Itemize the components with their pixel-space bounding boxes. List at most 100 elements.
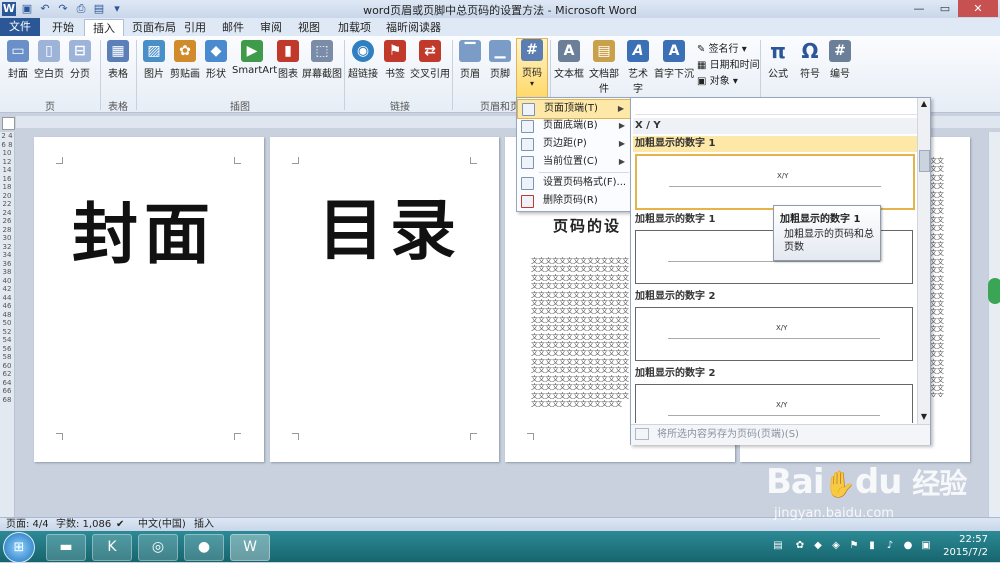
wordart-button[interactable]: A 艺术字 [624, 40, 652, 95]
vertical-ruler[interactable]: 2 4 6 8 10 12 14 16 18 20 22 24 26 28 30… [0, 132, 15, 517]
tab-page-layout[interactable]: 页面布局 [124, 19, 184, 36]
group-label-pages: 页 [45, 102, 55, 113]
status-page-count[interactable]: 页面: 4/4 [6, 518, 49, 532]
quick-parts-button[interactable]: ▤ 文档部件 [586, 40, 622, 95]
menu-item-bottom-of-page[interactable]: 页面底端(B) ▶ [517, 117, 631, 135]
shapes-button[interactable]: ◆ 形状 [202, 40, 230, 80]
picture-button[interactable]: ▨ 图片 [140, 40, 168, 80]
tab-foxit-reader[interactable]: 福昕阅读器 [378, 19, 449, 36]
menu-item-current-position[interactable]: 当前位置(C) ▶ [517, 153, 631, 171]
footer-button[interactable]: ▁ 页脚 [486, 40, 514, 80]
page-number-button[interactable]: # 页码 ▾ [516, 38, 548, 98]
calendar-icon: ▦ [697, 60, 710, 71]
hyperlink-button[interactable]: ◉ 超链接 [348, 40, 378, 80]
explorer-icon[interactable]: ▬ [46, 534, 86, 561]
textbox-button[interactable]: A 文本框 [554, 40, 584, 80]
submenu-arrow-icon: ▶ [618, 139, 625, 148]
smartart-button[interactable]: ▶ SmartArt [232, 40, 277, 76]
status-language[interactable]: 中文(中国) [138, 518, 186, 532]
pi-icon: π [770, 39, 786, 63]
omega-icon: Ω [801, 39, 819, 63]
drop-cap-button[interactable]: A 首字下沉 [654, 40, 694, 80]
number-button[interactable]: # 编号 [826, 40, 854, 80]
group-label-links: 链接 [390, 102, 410, 113]
start-button[interactable]: ⊞ [3, 532, 35, 563]
tray-flag-icon[interactable]: ⚑ [848, 540, 860, 552]
watermark-brand: Bai [766, 462, 825, 502]
menu-item-format-page-numbers[interactable]: 设置页码格式(F)... [517, 174, 631, 192]
screenshot-button[interactable]: ⬚ 屏幕截图 [302, 40, 342, 80]
menu-item-top-of-page[interactable]: 页面顶端(T) ▶ [517, 99, 631, 119]
tray-network-icon[interactable]: ▮ [866, 540, 878, 552]
submenu-arrow-icon: ▶ [618, 157, 625, 166]
tray-security-icon[interactable]: ◈ [830, 540, 842, 552]
tab-mailings[interactable]: 邮件 [214, 19, 252, 36]
scrollbar-thumb[interactable] [919, 150, 930, 172]
side-widget-button[interactable] [988, 278, 1000, 304]
gallery-item-bold-number-2b[interactable]: X/Y [635, 384, 913, 423]
word-taskbar-icon[interactable]: W [230, 534, 270, 561]
page-cover[interactable]: 封面 [34, 137, 264, 462]
menu-item-page-margins[interactable]: 页边距(P) ▶ [517, 135, 631, 153]
toc-heading: 目录 [318, 191, 462, 269]
status-insert-mode[interactable]: 插入 [194, 518, 214, 532]
status-word-count[interactable]: 字数: 1,086 [56, 518, 111, 532]
system-clock[interactable]: 22:57 2015/7/2 [943, 533, 988, 559]
minimize-button[interactable]: — [906, 0, 932, 17]
tab-references[interactable]: 引用 [176, 19, 214, 36]
title-bar: W ▣ ↶ ↷ ⎙ ▤ ▾ word页眉或页脚中总页码的设置方法 - Micro… [0, 0, 1000, 19]
clipart-button[interactable]: ✿ 剪贴画 [170, 40, 200, 80]
symbol-button[interactable]: Ω 符号 [796, 40, 824, 80]
tray-input-icon[interactable]: ▣ [920, 540, 932, 552]
date-time-button[interactable]: ▦ 日期和时间 [697, 56, 760, 71]
menu-item-remove-page-numbers[interactable]: 删除页码(R) [517, 192, 631, 210]
drop-cap-icon: A [663, 40, 685, 62]
qq-icon[interactable]: ● [184, 534, 224, 561]
tray-shield-icon[interactable]: ◆ [812, 540, 824, 552]
gallery-item-bold-number-2a[interactable]: X/Y [635, 307, 913, 361]
cover-button[interactable]: ▭ 封面 [4, 40, 32, 80]
vertical-scrollbar[interactable] [988, 132, 1000, 517]
ruler-toggle-button[interactable] [2, 117, 15, 130]
scroll-down-icon[interactable]: ▼ [919, 412, 929, 422]
tray-volume-icon[interactable]: ♪ [884, 540, 896, 552]
cross-reference-icon: ⇄ [419, 40, 441, 62]
tray-keyboard-icon[interactable]: ▤ [772, 540, 784, 552]
proofing-icon[interactable]: ✔ [116, 518, 124, 532]
table-button[interactable]: ▦ 表格 [104, 40, 132, 80]
tab-review[interactable]: 审阅 [252, 19, 290, 36]
close-button[interactable]: ✕ [958, 0, 998, 17]
tab-addins[interactable]: 加载项 [330, 19, 379, 36]
page-number-menu: 页面顶端(T) ▶ 页面底端(B) ▶ 页边距(P) ▶ 当前位置(C) ▶ 设置页码格… [516, 97, 632, 212]
hyperlink-icon: ◉ [352, 40, 374, 62]
k-app-icon[interactable]: K [92, 534, 132, 561]
browser-icon[interactable]: ◎ [138, 534, 178, 561]
cross-reference-button[interactable]: ⇄ 交叉引用 [410, 40, 450, 80]
gallery-scrollbar[interactable]: ▲ ▼ [917, 98, 930, 424]
tab-view[interactable]: 视图 [290, 19, 328, 36]
screenshot-icon: ⬚ [311, 40, 333, 62]
scroll-up-icon[interactable]: ▲ [919, 99, 929, 109]
bookmark-button[interactable]: ⚑ 书签 [382, 40, 408, 80]
tray-app-icon[interactable]: ✿ [794, 540, 806, 552]
gallery-item-bold-number-1a[interactable]: X/Y [635, 154, 915, 210]
chart-button[interactable]: ▮ 图表 [274, 40, 302, 80]
object-button[interactable]: ▣ 对象 ▾ [697, 72, 738, 87]
page-toc[interactable]: 目录 [270, 137, 499, 462]
watermark-cn: 经验 [912, 467, 967, 500]
header-button[interactable]: ▔ 页眉 [456, 40, 484, 80]
page-break-button[interactable]: ⊟ 分页 [66, 40, 94, 80]
table-icon: ▦ [107, 40, 129, 62]
tab-insert[interactable]: 插入 [84, 19, 124, 37]
equation-button[interactable]: π 公式 [764, 40, 792, 80]
signature-line-button[interactable]: ✎ 签名行 ▾ [697, 40, 747, 55]
group-separator [452, 40, 453, 110]
blank-page-button[interactable]: ▯ 空白页 [34, 40, 64, 80]
maximize-button[interactable]: ▭ [932, 0, 958, 17]
tray-qq-icon[interactable]: ● [902, 540, 914, 552]
tab-home[interactable]: 开始 [44, 19, 82, 36]
top-of-page-icon [522, 103, 535, 116]
current-position-icon [521, 156, 534, 169]
tab-file[interactable]: 文件 [0, 18, 40, 36]
crop-mark [56, 433, 63, 440]
